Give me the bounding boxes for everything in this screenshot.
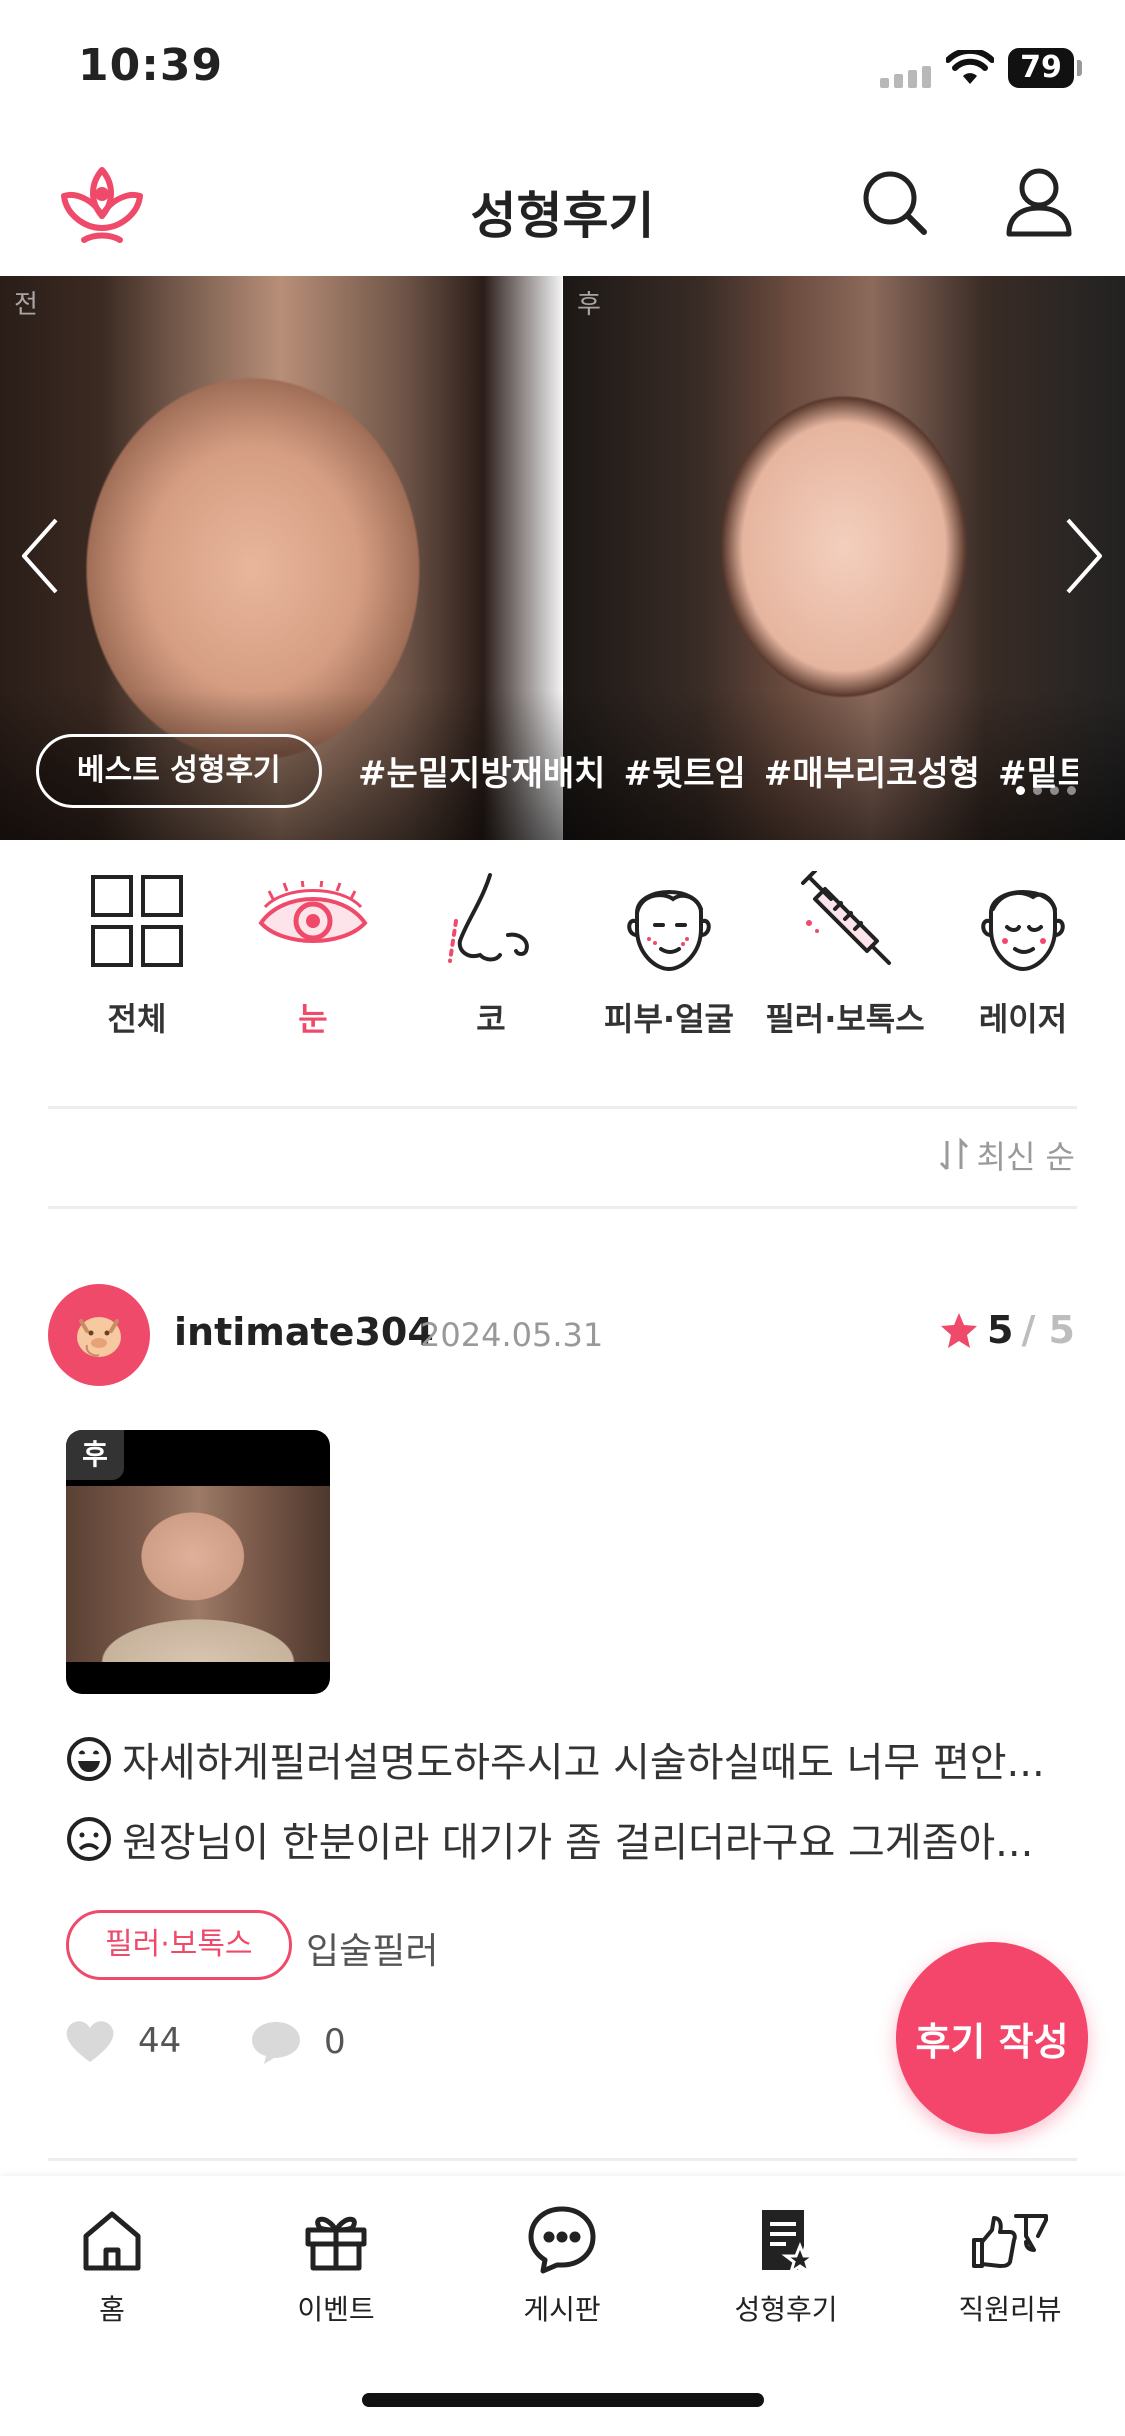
category-skin-face[interactable]: 피부·얼굴	[574, 862, 764, 1040]
eye-icon	[218, 862, 408, 980]
category-chip[interactable]: 필러·보톡스	[66, 1910, 292, 1980]
hashtag[interactable]: #눈밑지방재배치	[358, 746, 605, 795]
category-label: 레이저	[978, 1000, 1068, 1038]
rating-total: / 5	[1021, 1308, 1075, 1352]
search-icon[interactable]	[860, 168, 930, 242]
face-icon	[574, 862, 764, 980]
category-all[interactable]: 전체	[42, 862, 232, 1040]
review-negative: 원장님이 한분이라 대기가 좀 걸리더라구요 그게좀아...	[66, 1810, 1076, 1868]
sort-button[interactable]: 최신 순	[937, 1132, 1076, 1178]
comment-icon	[252, 2022, 300, 2064]
best-review-banner[interactable]: 전 후 베스트 성형후기 #눈밑지방재배치 #뒷트임 #매부리코성형 #밑트	[0, 276, 1125, 840]
star-icon	[940, 1313, 977, 1348]
like-button[interactable]: 44	[64, 2018, 181, 2064]
gift-icon	[256, 2204, 416, 2276]
carousel-dots	[1016, 786, 1076, 795]
review-thumbnail[interactable]: 후	[66, 1430, 330, 1694]
grid-icon	[42, 862, 232, 980]
like-count: 44	[138, 2021, 182, 2061]
best-review-button[interactable]: 베스트 성형후기	[36, 734, 322, 808]
positive-text: 자세하게필러설명도하주시고 시술하실때도 너무 편안...	[122, 1740, 1045, 1786]
category-filler-botox[interactable]: 필러·보톡스	[750, 862, 940, 1040]
review-rating: 5 / 5	[939, 1308, 1075, 1352]
nav-home[interactable]: 홈	[32, 2204, 192, 2328]
category-label: 필러·보톡스	[765, 1000, 925, 1038]
category-laser[interactable]: 레이저	[928, 862, 1118, 1040]
category-nose[interactable]: 코	[396, 862, 586, 1040]
subcategory-label: 입술필러	[306, 1931, 439, 1972]
battery-cap	[1077, 60, 1082, 76]
wifi-icon	[945, 47, 995, 90]
nav-event[interactable]: 이벤트	[256, 2204, 416, 2328]
category-eye[interactable]: 눈	[218, 862, 408, 1040]
nav-label: 이벤트	[297, 2293, 375, 2326]
nav-review[interactable]: 성형후기	[706, 2204, 866, 2328]
divider	[48, 1206, 1077, 1209]
chevron-left-icon[interactable]	[18, 516, 62, 600]
negative-text: 원장님이 한분이라 대기가 좀 걸리더라구요 그게좀아...	[122, 1820, 1034, 1866]
after-label: 후	[577, 290, 601, 320]
category-bar: 전체 눈 코 피부·얼굴 필러·보톡스 레이저	[0, 862, 1125, 1062]
nav-label: 게시판	[523, 2293, 601, 2326]
sort-label: 최신 순	[976, 1138, 1076, 1176]
review-date: 2024.05.31	[420, 1316, 604, 1354]
sort-arrows-icon	[939, 1137, 968, 1171]
app-header: 성형후기	[0, 140, 1125, 276]
write-review-button[interactable]: 후기 작성	[896, 1942, 1088, 2134]
status-bar: 10:39 79	[0, 0, 1125, 140]
review-positive: 자세하게필러설명도하주시고 시술하실때도 너무 편안...	[66, 1730, 1076, 1788]
chevron-right-icon[interactable]	[1062, 516, 1106, 600]
after-badge: 후	[66, 1430, 124, 1480]
sad-face-icon	[67, 1817, 111, 1861]
review-username[interactable]: intimate304	[174, 1310, 434, 1354]
comment-count: 0	[324, 2022, 346, 2062]
chat-icon	[482, 2204, 642, 2276]
before-label: 전	[14, 290, 38, 320]
category-label: 피부·얼굴	[604, 1000, 734, 1038]
divider	[48, 1106, 1077, 1109]
user-profile-icon[interactable]	[1004, 166, 1074, 242]
nav-label: 홈	[99, 2293, 125, 2326]
home-indicator	[362, 2393, 764, 2407]
heart-icon	[66, 2021, 114, 2062]
category-label: 눈	[298, 1000, 328, 1038]
thumbs-icon	[930, 2204, 1090, 2276]
status-time: 10:39	[78, 40, 224, 91]
syringe-icon	[750, 862, 940, 980]
hashtag[interactable]: #뒷트임	[623, 746, 745, 795]
rating-score: 5	[986, 1308, 1014, 1352]
nav-label: 성형후기	[734, 2293, 838, 2326]
review-doc-icon	[706, 2204, 866, 2276]
laser-face-icon	[928, 862, 1118, 980]
banner-hashtags: #눈밑지방재배치 #뒷트임 #매부리코성형 #밑트	[358, 746, 1078, 795]
review-photo	[66, 1486, 330, 1662]
hashtag[interactable]: #매부리코성형	[764, 746, 980, 795]
nav-staff-review[interactable]: 직원리뷰	[930, 2204, 1090, 2328]
nav-board[interactable]: 게시판	[482, 2204, 642, 2328]
home-icon	[32, 2204, 192, 2276]
pig-avatar-icon	[77, 1317, 121, 1357]
comment-button[interactable]: 0	[250, 2018, 346, 2066]
avatar[interactable]	[48, 1284, 150, 1386]
page-title: 성형후기	[470, 187, 655, 245]
nav-label: 직원리뷰	[958, 2293, 1062, 2326]
divider	[48, 2158, 1077, 2161]
happy-face-icon	[67, 1737, 111, 1781]
category-label: 전체	[107, 1000, 167, 1038]
cellular-signal-icon	[880, 66, 931, 88]
category-label: 코	[476, 1000, 506, 1038]
battery-icon: 79	[1008, 48, 1074, 88]
nose-icon	[396, 862, 586, 980]
